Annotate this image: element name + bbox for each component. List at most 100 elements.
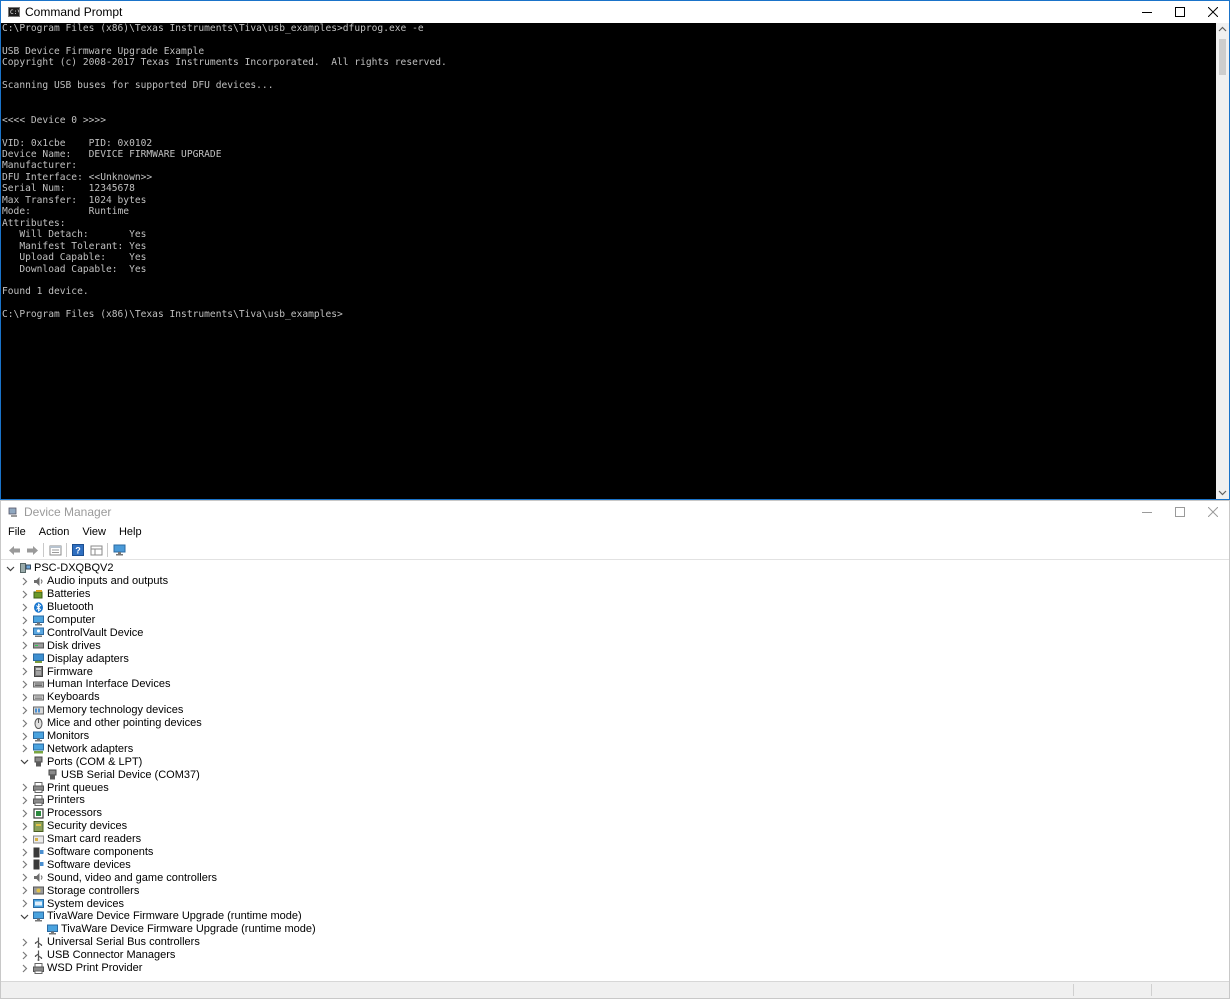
cmd-window-title: Command Prompt xyxy=(25,5,123,19)
chevron-right-icon[interactable] xyxy=(20,938,29,947)
device-tree[interactable]: PSC-DXQBQV2 Audio inputs and outputs Batt… xyxy=(1,562,1229,982)
tree-root[interactable]: PSC-DXQBQV2 xyxy=(1,562,1229,575)
device-category[interactable]: Monitors xyxy=(1,730,1229,743)
chevron-right-icon[interactable] xyxy=(20,680,29,689)
cmd-maximize-button[interactable] xyxy=(1163,1,1196,23)
device-label: Memory technology devices xyxy=(47,704,184,717)
device-category[interactable]: Storage controllers xyxy=(1,884,1229,897)
device-category[interactable]: Sound, video and game controllers xyxy=(1,871,1229,884)
chevron-right-icon[interactable] xyxy=(20,899,29,908)
chevron-right-icon[interactable] xyxy=(20,603,29,612)
chevron-right-icon[interactable] xyxy=(20,848,29,857)
menu-action[interactable]: Action xyxy=(32,526,76,538)
device-label: USB Connector Managers xyxy=(47,949,176,962)
help-button[interactable]: ? xyxy=(69,542,87,558)
chevron-right-icon[interactable] xyxy=(20,616,29,625)
chevron-right-icon[interactable] xyxy=(20,873,29,882)
usb-icon xyxy=(34,950,43,961)
dm-close-button[interactable] xyxy=(1196,501,1229,523)
chevron-right-icon[interactable] xyxy=(20,835,29,844)
chevron-right-icon[interactable] xyxy=(20,809,29,818)
device-category[interactable]: Human Interface Devices xyxy=(1,678,1229,691)
chevron-right-icon[interactable] xyxy=(20,577,29,586)
cmd-minimize-button[interactable] xyxy=(1130,1,1163,23)
scan-hardware-button[interactable] xyxy=(110,542,128,558)
device-category[interactable]: Mice and other pointing devices xyxy=(1,717,1229,730)
chevron-down-icon[interactable] xyxy=(6,564,15,573)
device-category[interactable]: Smart card readers xyxy=(1,833,1229,846)
menu-view[interactable]: View xyxy=(75,526,112,538)
dm-titlebar[interactable]: Device Manager xyxy=(1,501,1229,523)
forward-button[interactable] xyxy=(23,542,41,558)
device-category[interactable]: Print queues xyxy=(1,781,1229,794)
device-category[interactable]: Memory technology devices xyxy=(1,704,1229,717)
disk-icon xyxy=(33,642,44,649)
chevron-right-icon[interactable] xyxy=(20,732,29,741)
mouse-icon xyxy=(34,717,43,729)
chevron-right-icon[interactable] xyxy=(20,964,29,973)
device-item[interactable]: TivaWare Device Firmware Upgrade (runtim… xyxy=(1,923,1229,936)
chevron-right-icon[interactable] xyxy=(20,641,29,650)
cmd-close-button[interactable] xyxy=(1196,1,1229,23)
device-category[interactable]: ControlVault Device xyxy=(1,626,1229,639)
menu-file[interactable]: File xyxy=(1,526,32,538)
back-button[interactable] xyxy=(5,542,23,558)
command-prompt-window[interactable]: C:\ Command Prompt C:\Program Files (x86… xyxy=(0,0,1230,500)
monitor-icon xyxy=(47,924,58,935)
chevron-down-icon[interactable] xyxy=(20,757,29,766)
device-category[interactable]: Network adapters xyxy=(1,742,1229,755)
cmd-titlebar[interactable]: C:\ Command Prompt xyxy=(1,1,1229,23)
device-category[interactable]: Batteries xyxy=(1,588,1229,601)
chevron-right-icon[interactable] xyxy=(20,822,29,831)
chevron-right-icon[interactable] xyxy=(20,860,29,869)
device-category[interactable]: System devices xyxy=(1,897,1229,910)
device-category[interactable]: Bluetooth xyxy=(1,601,1229,614)
chevron-right-icon[interactable] xyxy=(20,590,29,599)
chevron-right-icon[interactable] xyxy=(20,886,29,895)
toolbar-separator xyxy=(66,543,67,557)
device-category[interactable]: Disk drives xyxy=(1,639,1229,652)
chevron-right-icon[interactable] xyxy=(20,744,29,753)
device-category[interactable]: Printers xyxy=(1,794,1229,807)
chevron-right-icon[interactable] xyxy=(20,693,29,702)
dm-maximize-button[interactable] xyxy=(1163,501,1196,523)
device-category[interactable]: Firmware xyxy=(1,665,1229,678)
device-category[interactable]: Ports (COM & LPT) xyxy=(1,755,1229,768)
device-category[interactable]: Computer xyxy=(1,614,1229,627)
chevron-right-icon[interactable] xyxy=(20,719,29,728)
device-item[interactable]: USB Serial Device (COM37) xyxy=(1,768,1229,781)
device-category[interactable]: Software components xyxy=(1,846,1229,859)
device-category[interactable]: Display adapters xyxy=(1,652,1229,665)
device-category[interactable]: USB Connector Managers xyxy=(1,949,1229,962)
cmd-scroll-thumb[interactable] xyxy=(1219,39,1226,75)
cmd-console[interactable]: C:\Program Files (x86)\Texas Instruments… xyxy=(1,23,1216,499)
scroll-up-icon[interactable] xyxy=(1218,25,1227,34)
firmware-icon xyxy=(34,666,43,678)
device-category[interactable]: Processors xyxy=(1,807,1229,820)
chevron-right-icon[interactable] xyxy=(20,951,29,960)
chevron-right-icon[interactable] xyxy=(20,628,29,637)
maximize-icon xyxy=(1174,7,1185,17)
dm-minimize-button[interactable] xyxy=(1130,501,1163,523)
chevron-right-icon[interactable] xyxy=(20,783,29,792)
cmd-scrollbar[interactable] xyxy=(1216,23,1229,499)
chevron-right-icon[interactable] xyxy=(20,706,29,715)
view-button[interactable] xyxy=(87,542,105,558)
printer-icon xyxy=(33,794,44,806)
device-category[interactable]: Audio inputs and outputs xyxy=(1,575,1229,588)
properties-button[interactable] xyxy=(46,542,64,558)
device-manager-window[interactable]: Device Manager File Action View Help ? P… xyxy=(0,500,1230,999)
device-category[interactable]: Universal Serial Bus controllers xyxy=(1,936,1229,949)
menu-help[interactable]: Help xyxy=(112,526,148,538)
chevron-right-icon[interactable] xyxy=(20,667,29,676)
device-category[interactable]: Security devices xyxy=(1,820,1229,833)
scroll-down-icon[interactable] xyxy=(1218,488,1227,497)
device-category[interactable]: Software devices xyxy=(1,858,1229,871)
chevron-right-icon[interactable] xyxy=(20,654,29,663)
chevron-right-icon[interactable] xyxy=(20,796,29,805)
device-category[interactable]: TivaWare Device Firmware Upgrade (runtim… xyxy=(1,910,1229,923)
chevron-down-icon[interactable] xyxy=(20,912,29,921)
device-category[interactable]: Keyboards xyxy=(1,691,1229,704)
printer-icon xyxy=(33,962,44,974)
device-category[interactable]: WSD Print Provider xyxy=(1,962,1229,975)
